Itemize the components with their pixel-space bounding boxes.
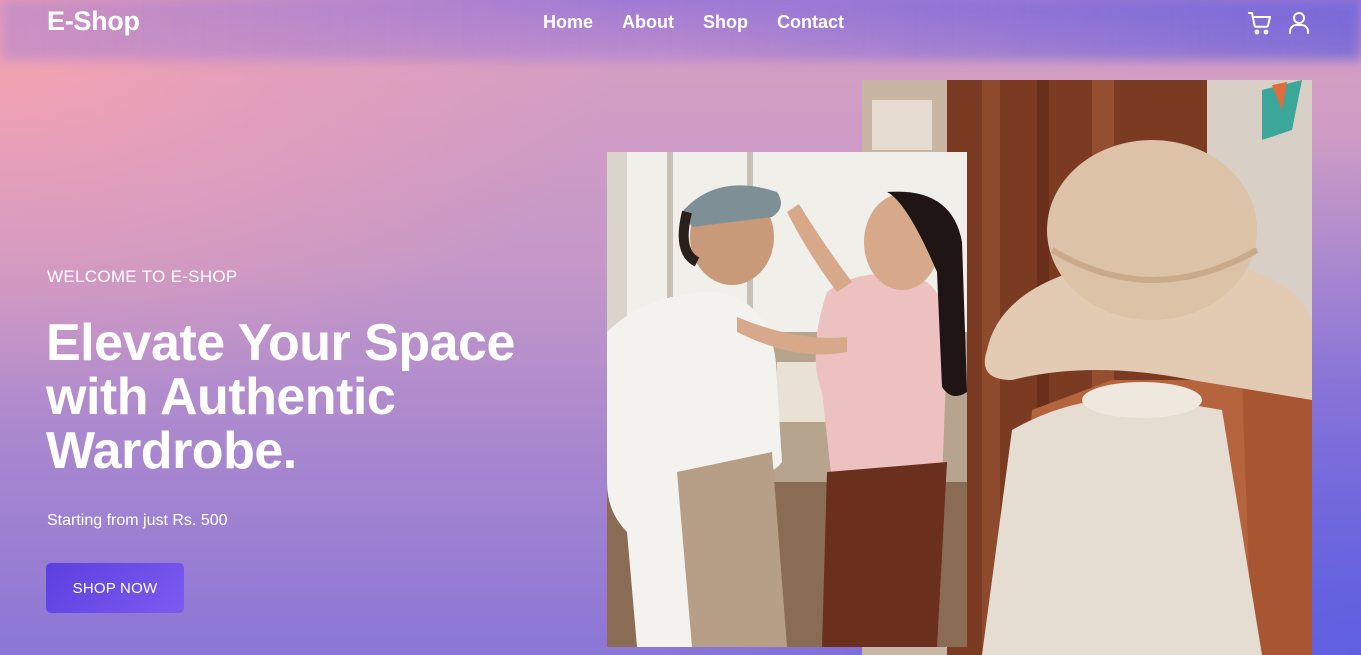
nav-about[interactable]: About bbox=[622, 12, 674, 33]
nav-shop[interactable]: Shop bbox=[703, 12, 748, 33]
hero-eyebrow: WELCOME TO E-SHOP bbox=[47, 267, 238, 286]
logo[interactable]: E-Shop bbox=[47, 6, 140, 37]
hero-headline: Elevate Your Space with Authentic Wardro… bbox=[46, 314, 515, 480]
main-nav: Home About Shop Contact bbox=[543, 12, 844, 33]
hero-image-women-hat bbox=[607, 152, 967, 647]
cart-icon[interactable] bbox=[1247, 10, 1273, 36]
nav-home[interactable]: Home bbox=[543, 12, 593, 33]
nav-contact[interactable]: Contact bbox=[777, 12, 844, 33]
shop-now-button[interactable]: SHOP NOW bbox=[46, 563, 184, 613]
hero-subtext: Starting from just Rs. 500 bbox=[47, 512, 228, 529]
user-icon[interactable] bbox=[1286, 10, 1312, 36]
